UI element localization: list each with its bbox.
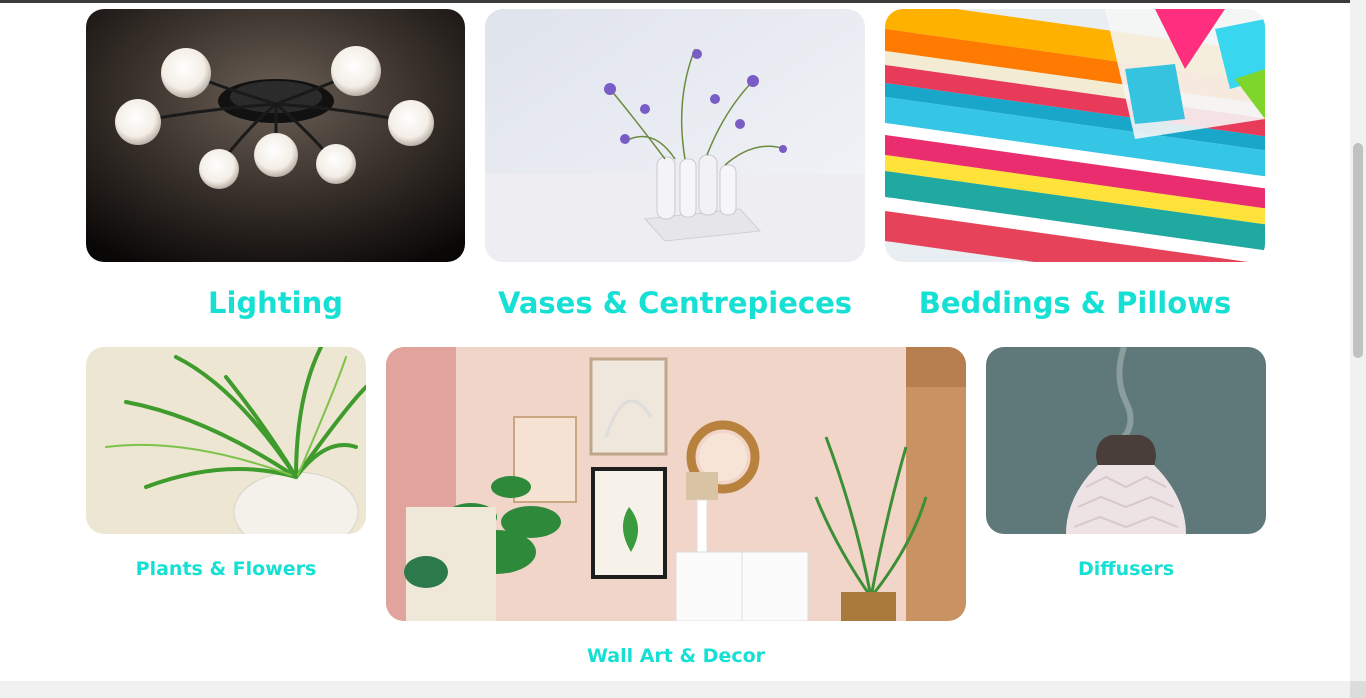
plants-image[interactable] — [86, 347, 366, 534]
diffusers-label[interactable]: Diffusers — [986, 558, 1266, 580]
wallart-image[interactable] — [386, 347, 966, 621]
category-grid: Lighting Vases & Centrepieces Beddings &… — [0, 0, 1350, 681]
wallart-label[interactable]: Wall Art & Decor — [386, 645, 966, 667]
plants-label[interactable]: Plants & Flowers — [86, 558, 366, 580]
vertical-scrollbar-thumb[interactable] — [1353, 143, 1363, 358]
vases-label[interactable]: Vases & Centrepieces — [485, 286, 865, 320]
top-border — [0, 0, 1350, 3]
beddings-image[interactable] — [885, 9, 1265, 262]
lighting-image[interactable] — [86, 9, 465, 262]
vases-image[interactable] — [485, 9, 865, 262]
diffusers-image[interactable] — [986, 347, 1266, 534]
horizontal-scrollbar[interactable] — [0, 681, 1350, 698]
lighting-label[interactable]: Lighting — [86, 286, 465, 320]
vertical-scrollbar[interactable] — [1350, 0, 1366, 698]
scrollbar-corner — [1350, 681, 1366, 698]
beddings-label[interactable]: Beddings & Pillows — [885, 286, 1265, 320]
